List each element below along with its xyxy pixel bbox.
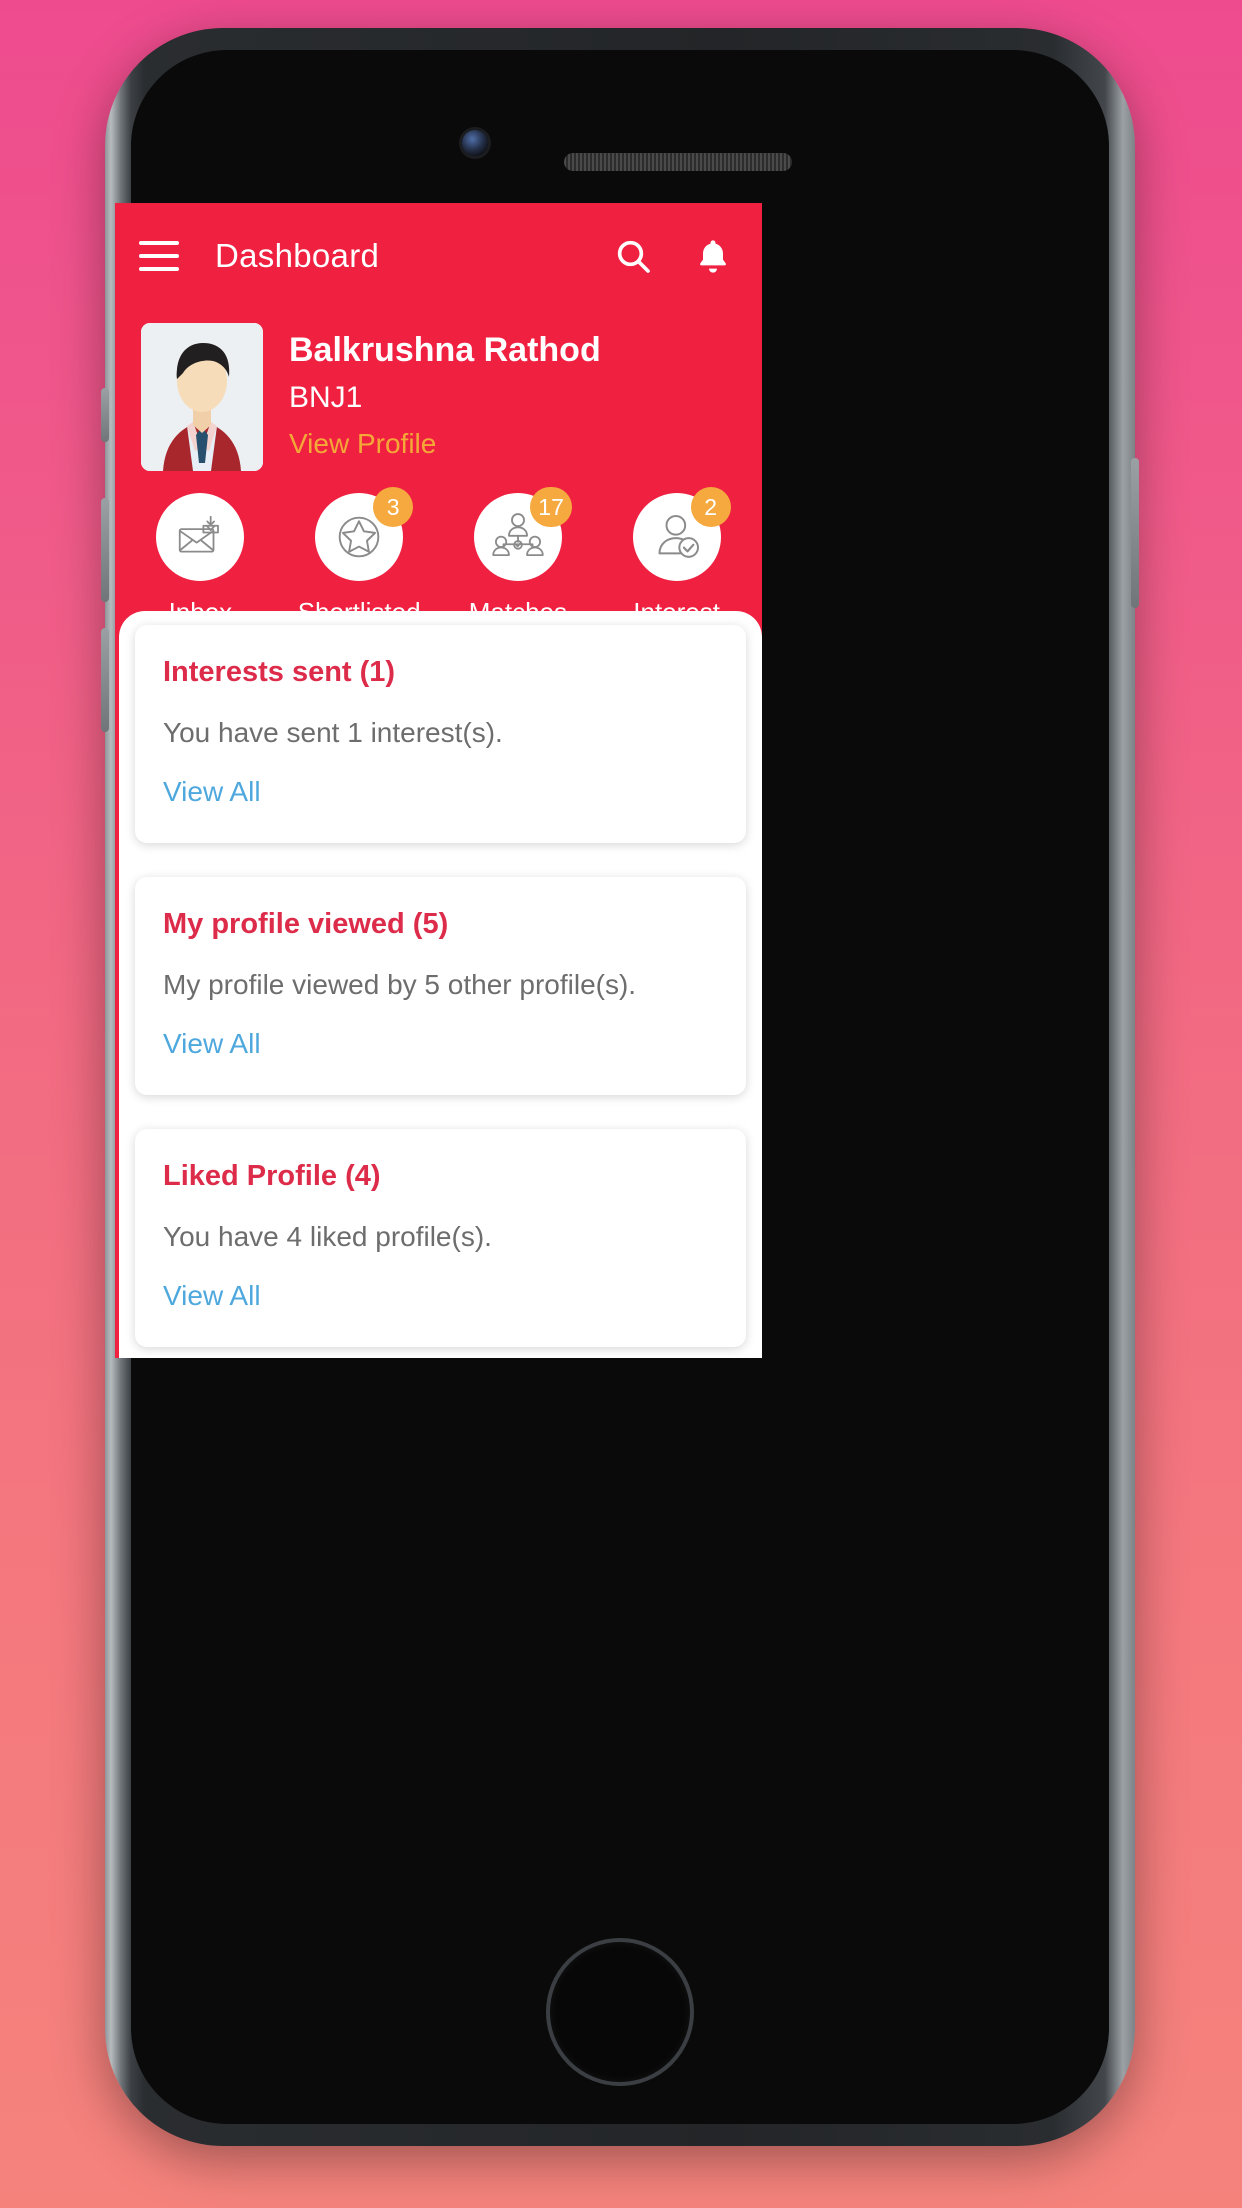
view-profile-link[interactable]: View Profile bbox=[289, 424, 601, 463]
inbox-bubble-wrap bbox=[156, 493, 245, 581]
card-body: You have 4 liked profile(s). bbox=[163, 1220, 492, 1252]
home-button[interactable] bbox=[546, 1938, 694, 2086]
dashboard-content: Interests sent (1) You have sent 1 inter… bbox=[119, 611, 762, 1358]
card-interests-sent[interactable]: Interests sent (1) You have sent 1 inter… bbox=[135, 625, 746, 843]
quick-action-inbox[interactable]: Inbox bbox=[126, 493, 274, 628]
profile-summary[interactable]: Balkrushna Rathod BNJ1 View Profile bbox=[141, 323, 742, 471]
top-app-bar: Dashboard bbox=[115, 203, 762, 309]
earpiece-speaker bbox=[564, 153, 792, 171]
matches-badge: 17 bbox=[530, 487, 572, 527]
avatar bbox=[141, 323, 263, 471]
power-button[interactable] bbox=[1131, 458, 1139, 608]
shortlisted-badge: 3 bbox=[373, 487, 414, 527]
view-all-link[interactable]: View All bbox=[163, 1027, 261, 1061]
dashboard-app: Dashboard Balkrushna Rathod BNJ1 View Pr… bbox=[115, 203, 762, 1358]
hamburger-menu-icon[interactable] bbox=[139, 241, 179, 271]
phone-screen: Dashboard Balkrushna Rathod BNJ1 View Pr… bbox=[115, 203, 762, 1358]
front-camera-icon bbox=[462, 130, 488, 156]
card-body: My profile viewed by 5 other profile(s). bbox=[163, 968, 637, 1000]
profile-id: BNJ1 bbox=[289, 381, 363, 415]
interest-badge: 2 bbox=[690, 487, 731, 527]
card-profile-viewed[interactable]: My profile viewed (5) My profile viewed … bbox=[135, 876, 746, 1095]
profile-name: Balkrushna Rathod bbox=[289, 331, 601, 369]
quick-action-matches[interactable]: 17 Matches bbox=[444, 487, 592, 628]
page-title: Dashboard bbox=[215, 237, 380, 274]
quick-action-shortlisted[interactable]: 3 Shortlisted bbox=[285, 487, 433, 628]
view-all-link[interactable]: View All bbox=[163, 1279, 261, 1313]
matches-bubble-wrap: 17 bbox=[473, 487, 572, 581]
quick-action-interest[interactable]: 2 Interest bbox=[603, 487, 751, 628]
quick-actions-row: Inbox 3 Shortlisted bbox=[115, 487, 762, 628]
card-title: Interests sent (1) bbox=[163, 656, 396, 688]
volume-down-button[interactable] bbox=[101, 628, 109, 732]
card-title: Liked Profile (4) bbox=[163, 1159, 381, 1192]
view-all-link[interactable]: View All bbox=[163, 775, 261, 809]
card-title: My profile viewed (5) bbox=[163, 907, 449, 940]
inbox-bubble bbox=[156, 493, 245, 581]
card-liked-profile[interactable]: Liked Profile (4) You have 4 liked profi… bbox=[135, 1128, 746, 1347]
volume-up-button[interactable] bbox=[101, 498, 109, 602]
notifications-bell-icon[interactable] bbox=[686, 229, 740, 283]
shortlisted-bubble-wrap: 3 bbox=[315, 487, 414, 581]
profile-meta: Balkrushna Rathod BNJ1 View Profile bbox=[289, 323, 601, 463]
search-icon[interactable] bbox=[606, 229, 660, 283]
interest-bubble-wrap: 2 bbox=[632, 487, 731, 581]
card-body: You have sent 1 interest(s). bbox=[163, 716, 503, 748]
app-header: Dashboard Balkrushna Rathod BNJ1 View Pr… bbox=[115, 203, 762, 633]
mute-switch[interactable] bbox=[101, 388, 109, 442]
